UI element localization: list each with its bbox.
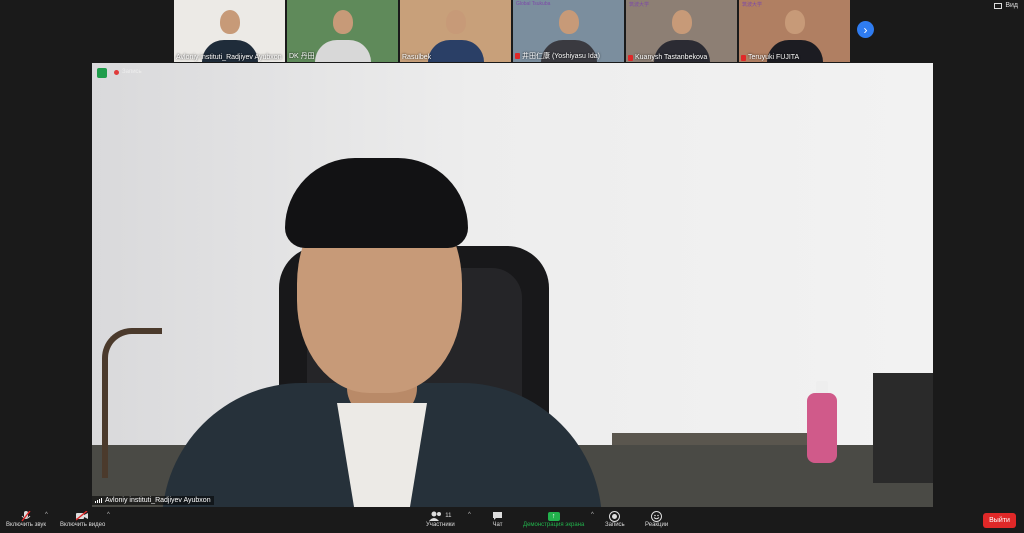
reactions-button[interactable]: Реакции — [645, 510, 668, 528]
record-button[interactable]: Запись — [605, 510, 625, 528]
audio-options-caret-icon[interactable]: ^ — [45, 512, 48, 518]
participant-tile[interactable]: Global Tsukuba 井田仁康 (Yoshiyasu Ida) — [513, 0, 624, 62]
participant-name: 井田仁康 (Yoshiyasu Ida) — [522, 53, 600, 60]
participants-caret-icon[interactable]: ^ — [468, 512, 471, 518]
unmute-label: Включить звук — [6, 522, 47, 528]
participant-name: Rasulbek — [402, 54, 432, 61]
meeting-toolbar: Включить звук ^ Включить видео ^ 11 Учас… — [0, 507, 1024, 533]
share-options-caret-icon[interactable]: ^ — [591, 512, 594, 518]
participant-tile[interactable]: Rasulbek — [400, 0, 511, 62]
participants-button[interactable]: 11 Участники — [426, 510, 455, 528]
share-screen-label: Демонстрация экрана — [523, 522, 585, 528]
mic-muted-icon — [628, 54, 633, 61]
participant-name-tag: DK 丹田 — [289, 51, 315, 61]
participant-logo: 筑波大学 — [742, 2, 763, 8]
grid-view-icon — [994, 2, 1003, 9]
participant-name: Teruyuki FUJITA — [748, 54, 800, 61]
chevron-right-icon: › — [863, 22, 868, 37]
record-icon — [609, 510, 621, 522]
participant-tile[interactable]: DK 丹田 — [287, 0, 398, 62]
participant-name: Avloniy instituti_Radjiyev Ayubxon — [176, 54, 282, 61]
spray-bottle — [807, 393, 837, 463]
chat-button[interactable]: Чат — [492, 510, 503, 528]
participants-count: 11 — [445, 513, 452, 519]
participant-logo: 筑波大学 — [629, 2, 650, 8]
shield-icon[interactable] — [97, 68, 107, 78]
reactions-label: Реакции — [645, 522, 669, 528]
camera-off-icon — [76, 510, 89, 522]
desk-equipment — [873, 373, 933, 483]
participant-name: Kuanysh Tastanbekova — [635, 54, 708, 61]
recording-indicator: Запись — [114, 69, 142, 75]
start-video-button[interactable]: Включить видео — [60, 510, 105, 528]
share-screen-icon: ↑ — [547, 510, 560, 522]
mic-muted-icon — [741, 54, 746, 61]
active-speaker-video: Запись Avloniy instituti_Radjiyev Ayubxo… — [92, 63, 933, 507]
room-shelf — [612, 433, 822, 445]
chat-icon — [492, 510, 503, 522]
share-screen-button[interactable]: ↑ Демонстрация экрана — [523, 510, 584, 528]
participant-head — [558, 10, 579, 34]
participants-icon: 11 — [429, 510, 451, 522]
recording-label: Запись — [122, 69, 142, 75]
signal-bars-icon — [95, 498, 102, 503]
participant-logo: Global Tsukuba — [516, 1, 551, 7]
mic-muted-icon — [515, 53, 520, 59]
speaker-name: Avloniy instituti_Radjiyev Ayubxon — [105, 497, 211, 504]
smiley-icon — [651, 510, 663, 522]
participant-head — [784, 10, 805, 34]
view-button[interactable]: Вид — [994, 2, 1018, 9]
chat-label: Чат — [492, 522, 503, 528]
participant-name-tag: Teruyuki FUJITA — [741, 54, 799, 61]
record-label: Запись — [605, 522, 625, 528]
participant-name-tag: Avloniy instituti_Radjiyev Ayubxon — [176, 54, 282, 61]
participant-name: DK 丹田 — [289, 53, 315, 60]
record-dot-icon — [114, 69, 119, 75]
participants-label: Участники — [426, 522, 455, 528]
participant-tile[interactable]: Avloniy instituti_Radjiyev Ayubxon — [174, 0, 285, 62]
video-options-caret-icon[interactable]: ^ — [107, 512, 110, 518]
speaker-name-tag: Avloniy instituti_Radjiyev Ayubxon — [92, 496, 214, 505]
view-label: Вид — [1005, 2, 1018, 9]
participant-tile[interactable]: 筑波大学 Teruyuki FUJITA — [739, 0, 850, 62]
participant-strip: Avloniy instituti_Radjiyev Ayubxon DK 丹田 R… — [174, 0, 850, 62]
participant-head — [445, 10, 466, 34]
leave-meeting-button[interactable]: Выйти — [983, 513, 1016, 528]
participant-head — [332, 10, 353, 34]
participant-name-tag: Rasulbek — [402, 54, 431, 61]
mic-muted-icon — [21, 510, 31, 522]
participant-tile[interactable]: 筑波大学 Kuanysh Tastanbekova — [626, 0, 737, 62]
speaker-hair — [285, 158, 468, 248]
participant-head — [219, 10, 240, 34]
zoom-meeting-window: Avloniy instituti_Radjiyev Ayubxon DK 丹田 R… — [0, 0, 1024, 533]
unmute-button[interactable]: Включить звук — [6, 510, 46, 528]
participant-head — [671, 10, 692, 34]
participant-name-tag: Kuanysh Tastanbekova — [628, 54, 707, 61]
participant-name-tag: 井田仁康 (Yoshiyasu Ida) — [515, 51, 600, 61]
next-page-button[interactable]: › — [857, 21, 874, 38]
leave-label: Выйти — [989, 517, 1010, 524]
wooden-chair — [102, 328, 162, 478]
start-video-label: Включить видео — [60, 522, 106, 528]
